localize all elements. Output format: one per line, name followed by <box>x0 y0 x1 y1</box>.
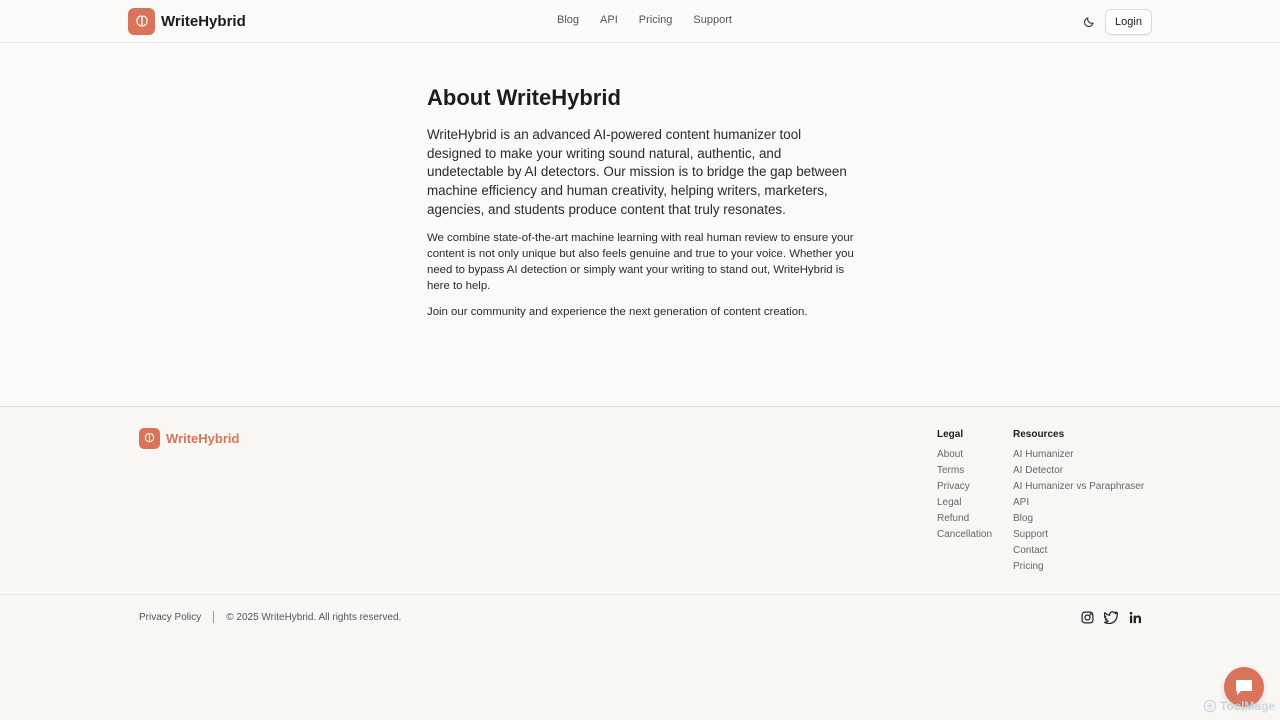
footer-brand-link[interactable]: WriteHybrid <box>139 428 239 449</box>
footer-legal-column: Legal About Terms Privacy Legal Refund C… <box>937 429 992 544</box>
footer-link-legal[interactable]: Legal <box>937 496 992 512</box>
footer-brand-name: WriteHybrid <box>166 431 240 446</box>
moon-icon[interactable] <box>1080 13 1098 31</box>
login-button[interactable]: Login <box>1105 9 1152 35</box>
footer-link-api[interactable]: API <box>1013 496 1144 512</box>
footer-link-ai-humanizer[interactable]: AI Humanizer <box>1013 448 1144 464</box>
top-header: WriteHybrid Blog API Pricing Support Log… <box>0 0 1280 43</box>
brand-link[interactable]: WriteHybrid <box>128 8 246 35</box>
site-footer: WriteHybrid Legal About Terms Privacy Le… <box>0 406 1280 720</box>
main-nav: Blog API Pricing Support <box>557 14 753 26</box>
footer-link-contact[interactable]: Contact <box>1013 544 1144 560</box>
footer-link-humanizer-vs-paraphraser[interactable]: AI Humanizer vs Paraphraser <box>1013 480 1144 496</box>
privacy-policy-link[interactable]: Privacy Policy <box>139 612 201 623</box>
nav-api-link[interactable]: API <box>600 14 618 26</box>
footer-link-blog[interactable]: Blog <box>1013 512 1144 528</box>
copyright-text: © 2025 WriteHybrid. All rights reserved. <box>226 611 402 623</box>
watermark-text: ToolMage <box>1220 699 1276 713</box>
footer-link-cancellation[interactable]: Cancellation <box>937 528 992 544</box>
footer-link-about[interactable]: About <box>937 448 992 464</box>
footer-link-terms[interactable]: Terms <box>937 464 992 480</box>
footer-link-ai-detector[interactable]: AI Detector <box>1013 464 1144 480</box>
brand-name: WriteHybrid <box>161 13 246 30</box>
nav-support-link[interactable]: Support <box>693 14 732 26</box>
brain-logo-icon <box>128 8 155 35</box>
footer-link-refund[interactable]: Refund <box>937 512 992 528</box>
nav-blog-link[interactable]: Blog <box>557 14 579 26</box>
resources-heading: Resources <box>1013 429 1065 440</box>
detail-paragraph: We combine state-of-the-art machine lear… <box>427 231 854 292</box>
closing-paragraph: Join our community and experience the ne… <box>427 305 808 318</box>
social-links <box>1080 610 1142 624</box>
footer-link-privacy[interactable]: Privacy <box>937 480 992 496</box>
footer-resources-column: Resources AI Humanizer AI Detector AI Hu… <box>1013 429 1144 576</box>
page-title: About WriteHybrid <box>427 85 621 110</box>
footer-bottom-bar: Privacy Policy © 2025 WriteHybrid. All r… <box>0 594 1280 720</box>
footer-link-support[interactable]: Support <box>1013 528 1144 544</box>
twitter-icon[interactable] <box>1104 610 1118 624</box>
watermark-logo-icon <box>1203 699 1217 713</box>
linkedin-icon[interactable] <box>1128 610 1142 624</box>
watermark: ToolMage <box>1203 699 1275 713</box>
footer-legal-line: Privacy Policy © 2025 WriteHybrid. All r… <box>139 611 401 623</box>
divider <box>213 611 215 623</box>
nav-pricing-link[interactable]: Pricing <box>639 14 673 26</box>
footer-link-pricing[interactable]: Pricing <box>1013 560 1144 576</box>
brain-logo-icon <box>139 428 160 449</box>
instagram-icon[interactable] <box>1080 610 1094 624</box>
legal-heading: Legal <box>937 429 964 440</box>
about-section: About WriteHybrid WriteHybrid is an adva… <box>427 85 857 330</box>
intro-paragraph: WriteHybrid is an advanced AI-powered co… <box>427 127 847 217</box>
